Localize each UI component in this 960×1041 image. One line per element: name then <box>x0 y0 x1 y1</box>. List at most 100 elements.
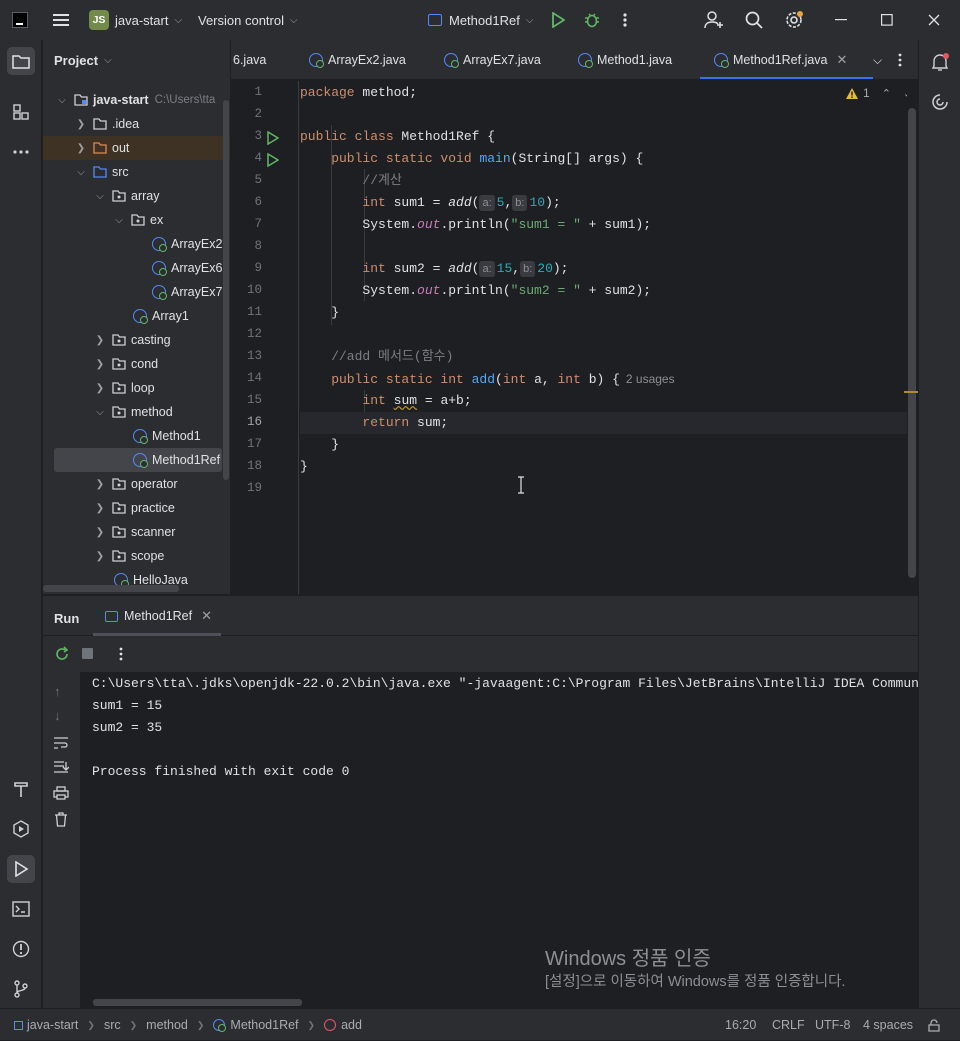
tree-item-arrayex2[interactable]: ArrayEx2 <box>43 232 230 256</box>
add-user-icon[interactable] <box>704 0 724 40</box>
project-horizontal-scrollbar[interactable] <box>43 585 179 592</box>
breadcrumb-item[interactable]: add <box>341 1018 362 1032</box>
run-tab-method1ref[interactable]: Method1Ref ✕ <box>93 596 221 636</box>
tree-item-method[interactable]: ⌵ method <box>43 400 230 424</box>
scroll-down-icon[interactable]: ↓ <box>54 708 61 723</box>
tree-item-arrayex7[interactable]: ArrayEx7 <box>43 280 230 304</box>
terminal-icon[interactable] <box>7 895 35 923</box>
activation-watermark-title: Windows 정품 인증 <box>545 948 711 970</box>
module-icon <box>14 1020 23 1030</box>
console-horizontal-scrollbar[interactable] <box>93 999 302 1006</box>
tree-item-src[interactable]: ⌵ src <box>43 160 230 184</box>
version-control-menu[interactable]: Version control ⌵ <box>198 0 298 40</box>
settings-gear-icon[interactable] <box>784 0 804 40</box>
run-main-gutter-icon[interactable] <box>267 152 280 170</box>
run-config-selector[interactable]: Method1Ref ⌵ <box>428 0 533 40</box>
run-class-gutter-icon[interactable] <box>267 130 280 148</box>
text-cursor-icon <box>517 476 525 497</box>
tree-label: cond <box>131 357 159 371</box>
line-separator[interactable]: CRLF <box>772 1009 805 1041</box>
ai-assistant-icon[interactable] <box>930 92 950 115</box>
console-output[interactable]: C:\Users\tta\.jdks\openjdk-22.0.2\bin\ja… <box>82 672 918 1008</box>
tree-item-loop[interactable]: ❯ loop <box>43 376 230 400</box>
run-more-icon[interactable] <box>118 647 124 664</box>
structure-tool-icon[interactable] <box>7 98 35 126</box>
tree-label: scope <box>131 549 165 563</box>
tree-root-java-start[interactable]: ⌵ java-start C:\Users\tta <box>43 88 230 112</box>
editor-tab-more-icon[interactable] <box>897 40 903 79</box>
scroll-up-icon[interactable]: ↑ <box>54 684 61 699</box>
tab-list-dropdown-icon[interactable]: ⌵ <box>867 40 882 79</box>
tree-item-method1[interactable]: Method1 <box>43 424 230 448</box>
file-encoding[interactable]: UTF-8 <box>815 1009 850 1041</box>
tree-item-array1[interactable]: Array1 <box>43 304 230 328</box>
tree-item-array[interactable]: ⌵ array <box>43 184 230 208</box>
tree-item-method1ref[interactable]: Method1Ref <box>54 448 222 472</box>
breadcrumb-item[interactable]: src <box>104 1018 121 1032</box>
tree-item-casting[interactable]: ❯ casting <box>43 328 230 352</box>
tab-arrayex7[interactable]: ArrayEx7.java <box>444 40 541 79</box>
breadcrumb-item[interactable]: Method1Ref <box>230 1018 298 1032</box>
chevron-down-icon: ⌵ <box>96 190 104 202</box>
notifications-bell-icon[interactable] <box>930 52 950 75</box>
run-side-toolbar: ↑ ↓ <box>43 672 81 1008</box>
code-editor[interactable]: package method; public class Method1Ref … <box>300 81 907 594</box>
tree-item-ex[interactable]: ⌵ ex <box>43 208 230 232</box>
breadcrumb-item[interactable]: method <box>146 1018 188 1032</box>
project-vertical-scrollbar[interactable] <box>223 100 229 480</box>
package-icon <box>112 526 126 538</box>
breadcrumb-item[interactable]: java-start <box>27 1018 78 1032</box>
problems-icon[interactable] <box>7 935 35 963</box>
close-window-button[interactable] <box>911 0 957 40</box>
previous-highlight-icon[interactable]: ⌃ <box>882 87 891 100</box>
scroll-to-end-icon[interactable] <box>53 760 70 777</box>
tab-method1ref[interactable]: Method1Ref.java ✕ <box>699 40 874 79</box>
tree-item-idea[interactable]: ❯ .idea <box>43 112 230 136</box>
rerun-icon[interactable] <box>54 646 70 665</box>
tree-item-operator[interactable]: ❯ operator <box>43 472 230 496</box>
tree-item-arrayex6[interactable]: ArrayEx6 <box>43 256 230 280</box>
debug-button[interactable] <box>584 0 600 40</box>
services-icon[interactable] <box>7 815 35 843</box>
tab-arrayex6[interactable]: 6.java <box>233 40 266 79</box>
tree-item-out[interactable]: ❯ out <box>43 136 230 160</box>
maximize-button[interactable] <box>864 0 910 40</box>
minimize-button[interactable] <box>818 0 864 40</box>
more-tools-icon[interactable] <box>7 138 35 166</box>
code-line: public static void main(String[] args) { <box>300 151 644 166</box>
more-actions-icon[interactable] <box>622 0 628 40</box>
close-run-tab-icon[interactable]: ✕ <box>201 608 212 624</box>
run-tool-icon[interactable] <box>7 855 35 883</box>
editor-scrollbar[interactable] <box>908 108 916 578</box>
tab-method1[interactable]: Method1.java <box>578 40 672 79</box>
print-icon[interactable] <box>53 786 69 803</box>
usages-hint[interactable]: 2 usages <box>626 372 675 386</box>
inspection-widget[interactable]: 1 ⌃ ⌄ <box>845 86 907 100</box>
tree-item-scope[interactable]: ❯ scope <box>43 544 230 568</box>
main-menu-icon[interactable] <box>50 0 72 40</box>
project-tool-icon[interactable] <box>7 47 35 75</box>
warning-stripe-marker[interactable] <box>904 391 918 393</box>
lock-icon[interactable] <box>928 1009 940 1041</box>
module-folder-icon <box>74 94 88 106</box>
run-button[interactable] <box>551 0 565 40</box>
package-icon <box>112 334 126 346</box>
stop-icon[interactable] <box>82 648 93 659</box>
tab-arrayex2[interactable]: ArrayEx2.java <box>309 40 406 79</box>
git-branch-icon[interactable] <box>7 975 35 1003</box>
build-hammer-icon[interactable] <box>7 775 35 803</box>
intellij-logo-icon[interactable] <box>12 0 28 40</box>
project-selector[interactable]: JS java-start ⌵ <box>89 0 182 40</box>
tree-item-cond[interactable]: ❯ cond <box>43 352 230 376</box>
next-highlight-icon[interactable]: ⌄ <box>903 87 907 100</box>
close-tab-icon[interactable]: ✕ <box>837 52 848 68</box>
run-icon <box>552 12 565 28</box>
tree-item-practice[interactable]: ❯ practice <box>43 496 230 520</box>
clear-trash-icon[interactable] <box>54 812 68 830</box>
soft-wrap-icon[interactable] <box>53 736 69 753</box>
tree-item-scanner[interactable]: ❯ scanner <box>43 520 230 544</box>
caret-position[interactable]: 16:20 <box>725 1009 756 1041</box>
indent-setting[interactable]: 4 spaces <box>863 1009 913 1041</box>
project-panel-header[interactable]: Project ⌵ <box>54 53 112 68</box>
search-icon[interactable] <box>745 0 763 40</box>
